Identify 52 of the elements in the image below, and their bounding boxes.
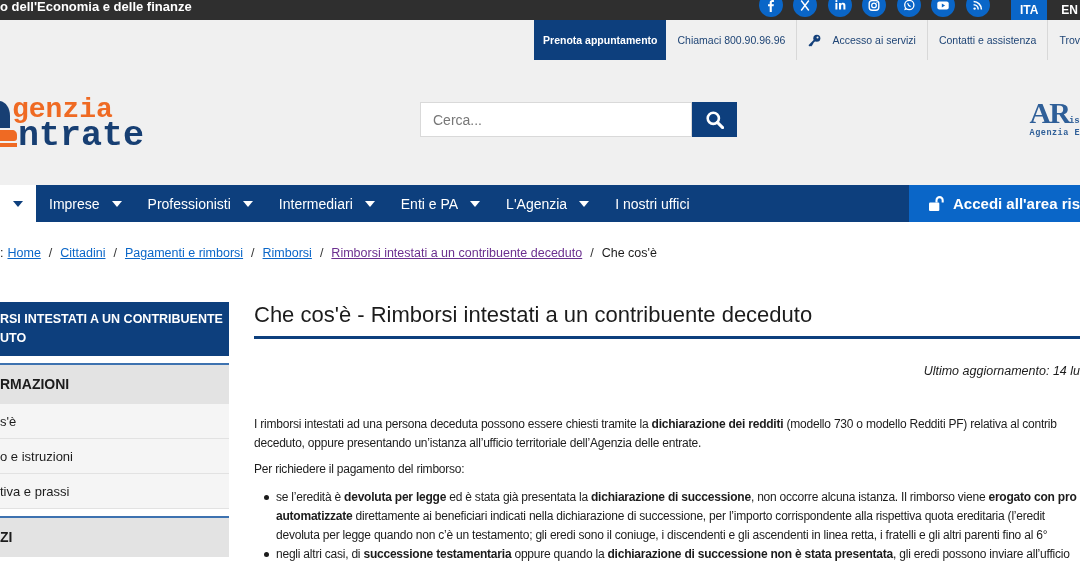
service-link[interactable]: Trov xyxy=(1048,20,1080,60)
paragraph: Per richiedere il pagamento del rimborso: xyxy=(254,461,466,478)
breadcrumb-separator: / xyxy=(318,245,325,262)
facebook-icon[interactable] xyxy=(758,0,783,17)
search-icon xyxy=(705,110,724,129)
last-updated: Ultimo aggiornamento: 14 lu xyxy=(922,363,1080,379)
page-title: Che cos'è - Rimborsi intestati a un contribuente deceduto xyxy=(254,302,814,328)
search-field[interactable]: Cerca... xyxy=(420,102,692,137)
menu-heading[interactable]: ZI xyxy=(0,516,229,557)
youtube-icon[interactable] xyxy=(931,0,956,17)
menu-heading[interactable]: RMAZIONI xyxy=(0,363,229,404)
nav-tab[interactable]: Enti e PA xyxy=(387,185,494,222)
list-item-text: negli altri casi, di successione testamentaria oppure quando la dichiarazione di successione non è stata presentata, gli eredi possono inviare all’ufficio xyxy=(276,546,1070,563)
menu-item[interactable]: o e istruzioni xyxy=(0,439,229,474)
bullet-icon xyxy=(264,495,269,500)
agency-logo[interactable]: genzia ntrate xyxy=(0,97,145,151)
partner-logo[interactable]: ARis Agenzia E xyxy=(1029,97,1080,138)
menu-item[interactable]: tiva e prassi xyxy=(0,474,229,509)
paragraph: I rimborsi intestati ad una persona deceduta possono essere chiesti tramite la dichiarazione dei redditi (modello 730 o modello Redditi PF) relativa al contrib deceduto, oppure presentando un’istanza all’ufficio territoriale dell’Agenzia delle entrate. xyxy=(254,416,1058,452)
nav-tab[interactable] xyxy=(0,185,36,222)
nav-tab[interactable]: Professionisti xyxy=(134,185,266,222)
bullet-icon xyxy=(264,552,269,557)
breadcrumb-separator: / xyxy=(250,245,256,262)
x-logo-icon[interactable] xyxy=(793,0,818,17)
language-link[interactable]: EN xyxy=(1052,0,1080,20)
whatsapp-icon[interactable] xyxy=(896,0,921,17)
menu-item[interactable]: s'è xyxy=(0,404,229,439)
nav-tab[interactable]: I nostri uffici xyxy=(602,185,703,222)
nav-tab[interactable]: Intermediari xyxy=(265,185,388,222)
breadcrumb-label: : xyxy=(0,245,4,262)
breadcrumb-link[interactable]: Rimborsi xyxy=(262,244,312,262)
breadcrumb-link[interactable]: Rimborsi intestati a un contribuente deceduto xyxy=(331,244,583,262)
breadcrumb-link[interactable]: Pagamenti e rimborsi xyxy=(124,244,244,262)
search-button[interactable] xyxy=(692,102,737,137)
instagram-icon[interactable] xyxy=(862,0,887,17)
service-button[interactable]: Prenota appuntamento xyxy=(534,20,667,60)
linkedin-icon[interactable] xyxy=(827,0,852,17)
breadcrumb-separator: / xyxy=(589,245,595,262)
language-link[interactable]: ITA xyxy=(1010,0,1048,20)
login-button[interactable]: Accedi all'area ris xyxy=(909,185,1080,222)
nav-tab[interactable]: L'Agenzia xyxy=(493,185,603,222)
breadcrumb-link[interactable]: Cittadini xyxy=(60,244,106,262)
breadcrumb-link[interactable]: Home xyxy=(7,244,41,262)
nav-tab[interactable]: Imprese xyxy=(36,185,135,222)
section-banner: RSI INTESTATI A UN CONTRIBUENTE UTO xyxy=(0,302,229,356)
breadcrumb-separator: / xyxy=(112,245,118,262)
key-icon xyxy=(808,33,822,47)
breadcrumb-current: Che cos'è xyxy=(601,245,657,262)
breadcrumb-separator: / xyxy=(47,245,54,262)
rss-icon[interactable] xyxy=(965,0,990,17)
ministry-name: o dell'Economia e delle finanze xyxy=(0,0,192,14)
open-lock-icon xyxy=(929,196,944,211)
